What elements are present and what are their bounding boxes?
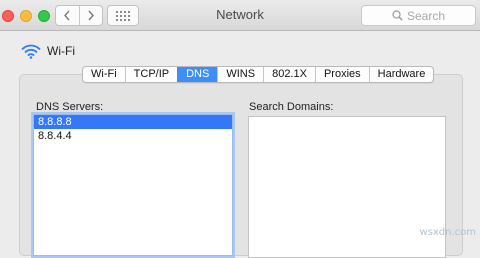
search-icon [392,10,403,21]
search-field[interactable]: Search [361,5,476,26]
dns-servers-label: DNS Servers: [36,101,104,113]
tab-proxies[interactable]: Proxies [314,67,369,82]
tab-bar: Wi-Fi TCP/IP DNS WINS 802.1X Proxies Har… [82,66,435,83]
network-header: Wi-Fi [21,43,75,59]
wifi-icon [21,44,41,59]
title-bar: Network Search [0,0,480,31]
search-placeholder: Search [406,8,446,23]
watermark: wsxdn.com [419,227,476,238]
tab-hardware[interactable]: Hardware [368,67,434,82]
tab-wifi[interactable]: Wi-Fi [83,67,125,82]
search-domains-label: Search Domains: [249,101,334,113]
list-item[interactable]: 8.8.4.4 [34,129,232,143]
tab-8021x[interactable]: 802.1X [263,67,315,82]
list-item[interactable]: 8.8.8.8 [34,115,232,129]
tab-dns[interactable]: DNS [177,67,218,82]
dns-servers-list[interactable]: 8.8.8.8 8.8.4.4 [33,114,233,256]
tab-tcpip[interactable]: TCP/IP [124,67,177,82]
network-name: Wi-Fi [47,44,75,58]
search-domains-list[interactable] [248,116,446,258]
tab-wins[interactable]: WINS [217,67,263,82]
